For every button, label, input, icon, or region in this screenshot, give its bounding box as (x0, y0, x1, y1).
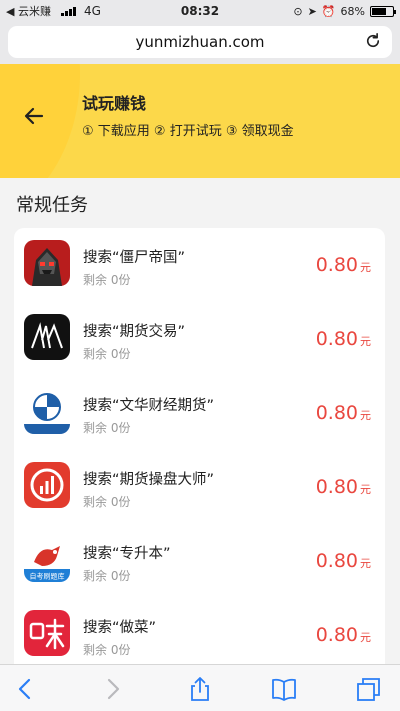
forward-icon[interactable] (100, 676, 126, 702)
share-icon[interactable] (187, 676, 213, 702)
cooking-icon (24, 610, 70, 656)
task-remaining: 剩余 0份 (83, 643, 131, 657)
reward-unit: 元 (360, 335, 371, 348)
reward-amount: 0.80 (315, 328, 358, 350)
zombie-empire-icon (24, 240, 70, 286)
task-remaining: 剩余 0份 (83, 569, 131, 583)
task-reward: 0.80 元 (316, 328, 371, 350)
task-item[interactable]: 自考刷题库 搜索“专升本” 剩余 0份 0.80 元 (14, 524, 385, 598)
battery-percent: 68% (340, 4, 365, 18)
task-name: 搜索“期货操盘大师” (83, 472, 215, 488)
task-reward: 0.80 元 (316, 402, 371, 424)
page-content: 试玩赚钱 ① 下载应用 ② 打开试玩 ③ 领取现金 常规任务 搜索“僵尸帝国” … (0, 64, 400, 664)
task-remaining: 剩余 0份 (83, 347, 131, 361)
reward-amount: 0.80 (315, 550, 358, 572)
futures-master-icon (24, 462, 70, 508)
reward-amount: 0.80 (315, 624, 358, 646)
status-bar: ◀ 云米赚 4G 08:32 ⊙ ➤ ⏰ 68% (0, 0, 400, 22)
task-name: 搜索“僵尸帝国” (83, 250, 186, 266)
orientation-lock-icon: ⊙ (293, 4, 303, 18)
browser-address-area: yunmizhuan.com (0, 22, 400, 64)
task-reward: 0.80 元 (316, 254, 371, 276)
task-item[interactable]: 搜索“僵尸帝国” 剩余 0份 0.80 元 (14, 228, 385, 302)
signal-icon (60, 6, 76, 16)
task-remaining: 剩余 0份 (83, 495, 131, 509)
carrier-label: 4G (83, 4, 101, 18)
task-name: 搜索“期货交易” (83, 324, 186, 340)
exam-bank-icon: 自考刷题库 (24, 536, 70, 582)
url-text: yunmizhuan.com (135, 33, 265, 51)
task-remaining: 剩余 0份 (83, 273, 131, 287)
steps-text: ① 下载应用 ② 打开试玩 ③ 领取现金 (82, 124, 294, 139)
task-reward: 0.80 元 (316, 476, 371, 498)
back-arrow-icon[interactable] (22, 104, 46, 128)
task-name: 搜索“做菜” (83, 620, 157, 636)
wenhua-finance-icon (24, 388, 70, 434)
reward-amount: 0.80 (315, 402, 358, 424)
section-title: 常规任务 (16, 195, 88, 216)
address-bar[interactable]: yunmizhuan.com (8, 26, 392, 58)
task-item[interactable]: 搜索“期货交易” 剩余 0份 0.80 元 (14, 302, 385, 376)
back-to-app-link[interactable]: ◀ 云米赚 (6, 3, 51, 19)
task-list: 搜索“僵尸帝国” 剩余 0份 0.80 元 搜索“期货交易” 剩余 0份 0.80… (14, 228, 385, 664)
location-icon: ➤ (307, 4, 317, 18)
task-name: 搜索“文华财经期货” (83, 398, 215, 414)
tabs-icon[interactable] (356, 676, 382, 702)
reward-unit: 元 (360, 631, 371, 644)
reward-unit: 元 (360, 557, 371, 570)
task-remaining: 剩余 0份 (83, 421, 131, 435)
alarm-icon: ⏰ (321, 4, 336, 18)
reward-unit: 元 (360, 483, 371, 496)
task-name: 搜索“专升本” (83, 546, 171, 562)
battery-icon (370, 5, 396, 17)
reward-unit: 元 (360, 409, 371, 422)
page-title: 试玩赚钱 (82, 94, 147, 113)
header-banner: 试玩赚钱 ① 下载应用 ② 打开试玩 ③ 领取现金 (0, 64, 400, 178)
task-reward: 0.80 元 (316, 550, 371, 572)
browser-toolbar (0, 664, 400, 711)
reward-unit: 元 (360, 261, 371, 274)
back-app-label: 云米赚 (17, 5, 51, 18)
task-item[interactable]: 搜索“期货操盘大师” 剩余 0份 0.80 元 (14, 450, 385, 524)
bookmarks-icon[interactable] (271, 676, 297, 702)
task-reward: 0.80 元 (316, 624, 371, 646)
reward-amount: 0.80 (315, 254, 358, 276)
reward-amount: 0.80 (315, 476, 358, 498)
exam-bank-icon-text: 自考刷题库 (30, 572, 65, 581)
futures-trading-icon (24, 314, 70, 360)
task-item[interactable]: 搜索“做菜” 剩余 0份 0.80 元 (14, 598, 385, 664)
back-icon[interactable] (12, 676, 38, 702)
task-item[interactable]: 搜索“文华财经期货” 剩余 0份 0.80 元 (14, 376, 385, 450)
reload-icon[interactable] (364, 32, 382, 50)
